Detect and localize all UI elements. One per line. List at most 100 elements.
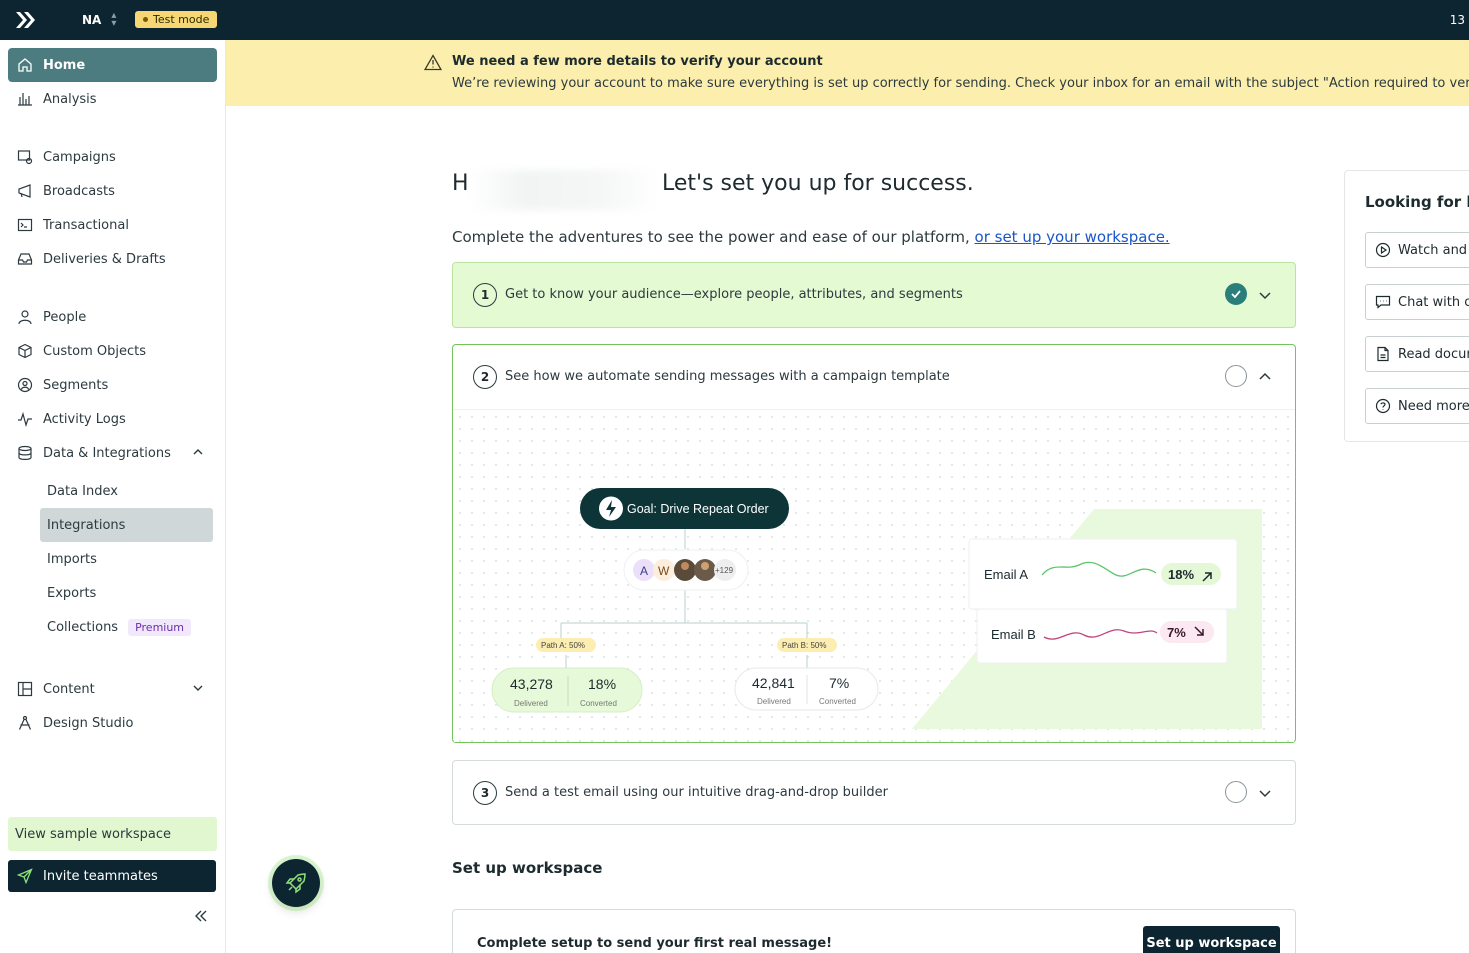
- campaign-illustration: Goal: Drive Repeat Order A W +129 Path A…: [454, 411, 1294, 742]
- chevron-down-icon[interactable]: [1257, 287, 1273, 303]
- help-button-label: Chat with o: [1398, 294, 1469, 310]
- sidebar-subitem-label: Integrations: [47, 517, 126, 533]
- logo-icon[interactable]: [14, 10, 36, 30]
- step-header[interactable]: 2 See how we automate sending messages w…: [453, 345, 1295, 410]
- check-circle-icon: [1225, 283, 1247, 305]
- audience-avatars: A W +129: [623, 549, 749, 591]
- help-button-label: Read docur: [1398, 346, 1469, 362]
- intro-text: Complete the adventures to see the power…: [452, 228, 1170, 246]
- sidebar-item-design-studio[interactable]: Design Studio: [8, 706, 217, 740]
- avatar-more-count: +129: [715, 566, 734, 575]
- sidebar-subitem-integrations[interactable]: Integrations: [40, 508, 213, 542]
- sidebar-item-label: Design Studio: [43, 715, 134, 731]
- chevron-up-icon[interactable]: [1257, 369, 1273, 385]
- empty-circle-icon: [1225, 781, 1247, 803]
- delivered-value: 43,278: [510, 676, 553, 692]
- delivered-label: Delivered: [757, 697, 791, 706]
- person-icon: [16, 308, 34, 326]
- email-b-name: Email B: [991, 627, 1036, 642]
- database-icon: [16, 444, 34, 462]
- bar-chart-icon: [16, 90, 34, 108]
- sidebar-item-content[interactable]: Content: [8, 672, 217, 706]
- sidebar-item-campaigns[interactable]: Campaigns: [8, 140, 217, 174]
- send-icon: [17, 868, 33, 884]
- step-number: 1: [473, 283, 497, 307]
- step-label: See how we automate sending messages wit…: [505, 369, 950, 384]
- chevron-down-icon[interactable]: [1257, 785, 1273, 801]
- sidebar-item-label: Deliveries & Drafts: [43, 251, 166, 267]
- section-title: Set up workspace: [452, 859, 603, 877]
- email-a-card: Email A 18%: [968, 538, 1238, 610]
- step-card-3[interactable]: 3 Send a test email using our intuitive …: [452, 760, 1296, 825]
- step-label: Get to know your audience—explore people…: [505, 287, 963, 302]
- sidebar-item-label: Campaigns: [43, 149, 116, 165]
- setup-workspace-button[interactable]: Set up workspace: [1143, 926, 1280, 953]
- sidebar-item-broadcasts[interactable]: Broadcasts: [8, 174, 217, 208]
- help-more-button[interactable]: Need more: [1365, 388, 1469, 424]
- step-card-1[interactable]: 1 Get to know your audience—explore peop…: [452, 262, 1296, 328]
- sidebar-item-deliveries-drafts[interactable]: Deliveries & Drafts: [8, 242, 217, 276]
- collapse-sidebar-icon[interactable]: [192, 907, 210, 925]
- stat-card-a: 43,278 Delivered 18% Converted: [491, 667, 643, 713]
- chevron-down-icon: [193, 685, 203, 691]
- converted-value: 7%: [829, 675, 849, 691]
- sidebar-item-analysis[interactable]: Analysis: [8, 82, 217, 116]
- empty-circle-icon: [1225, 365, 1247, 387]
- workspace-code: NA: [82, 13, 102, 27]
- test-mode-label: Test mode: [153, 13, 210, 26]
- stat-card-b: 42,841 Delivered 7% Converted: [734, 667, 879, 711]
- setup-card-text: Complete setup to send your first real m…: [477, 936, 833, 951]
- path-a-text: Path A: 50%: [541, 641, 585, 650]
- megaphone-icon: [16, 182, 34, 200]
- test-mode-badge: Test mode: [135, 11, 218, 28]
- sidebar-item-label: Activity Logs: [43, 411, 126, 427]
- help-docs-button[interactable]: Read docur: [1365, 336, 1469, 372]
- sidebar-subitem-label: Imports: [47, 551, 97, 567]
- step-label: Send a test email using our intuitive dr…: [505, 785, 888, 800]
- path-b-text: Path B: 50%: [782, 641, 826, 650]
- help-watch-button[interactable]: Watch and: [1365, 232, 1469, 268]
- email-a-name: Email A: [984, 567, 1028, 582]
- chevron-up-icon: [193, 449, 203, 455]
- setup-workspace-link[interactable]: or set up your workspace.: [975, 228, 1170, 246]
- intro-copy: Complete the adventures to see the power…: [452, 228, 975, 246]
- step-card-2[interactable]: 2 See how we automate sending messages w…: [452, 344, 1296, 743]
- step-number: 3: [473, 781, 497, 805]
- compass-icon: [16, 714, 34, 732]
- sidebar-subitem-label: Exports: [47, 585, 97, 601]
- rocket-launcher-button[interactable]: [272, 859, 320, 907]
- sidebar-item-people[interactable]: People: [8, 300, 217, 334]
- sidebar-subitem-imports[interactable]: Imports: [40, 542, 213, 576]
- help-button-label: Watch and: [1398, 242, 1468, 258]
- invite-teammates-button[interactable]: Invite teammates: [8, 860, 216, 892]
- top-bar-count[interactable]: 13: [1450, 13, 1465, 27]
- sidebar-item-label: Segments: [43, 377, 109, 393]
- sidebar-item-label: People: [43, 309, 87, 325]
- sidebar-subitem-data-index[interactable]: Data Index: [40, 474, 213, 508]
- document-icon: [1377, 346, 1389, 362]
- step-number: 2: [473, 365, 497, 389]
- step-header[interactable]: 1 Get to know your audience—explore peop…: [453, 263, 1295, 327]
- avatar-initial: W: [658, 564, 670, 578]
- help-chat-button[interactable]: Chat with o: [1365, 284, 1469, 320]
- sidebar-item-label: Analysis: [43, 91, 97, 107]
- sidebar-item-data-integrations[interactable]: Data & Integrations: [8, 436, 217, 470]
- email-b-card: Email B 7%: [976, 608, 1228, 664]
- step-header[interactable]: 3 Send a test email using our intuitive …: [453, 761, 1295, 825]
- greeting: H: [452, 171, 469, 196]
- sidebar-item-label: Data & Integrations: [43, 445, 171, 461]
- sidebar-subitem-collections[interactable]: Collections Premium: [40, 610, 213, 644]
- sidebar: Home Analysis Campaigns Broadcasts Trans…: [0, 40, 226, 953]
- question-icon: [1375, 398, 1391, 414]
- sidebar-item-label: Transactional: [43, 217, 129, 233]
- converted-label: Converted: [580, 699, 617, 708]
- sidebar-item-transactional[interactable]: Transactional: [8, 208, 217, 242]
- sidebar-item-custom-objects[interactable]: Custom Objects: [8, 334, 217, 368]
- sidebar-item-segments[interactable]: Segments: [8, 368, 217, 402]
- view-sample-workspace-button[interactable]: View sample workspace: [8, 817, 217, 851]
- workspace-switcher[interactable]: NA ▴ ▾: [82, 11, 116, 29]
- sidebar-item-home[interactable]: Home: [8, 48, 217, 82]
- sidebar-subitem-exports[interactable]: Exports: [40, 576, 213, 610]
- sidebar-item-activity-logs[interactable]: Activity Logs: [8, 402, 217, 436]
- warning-icon: [424, 54, 442, 71]
